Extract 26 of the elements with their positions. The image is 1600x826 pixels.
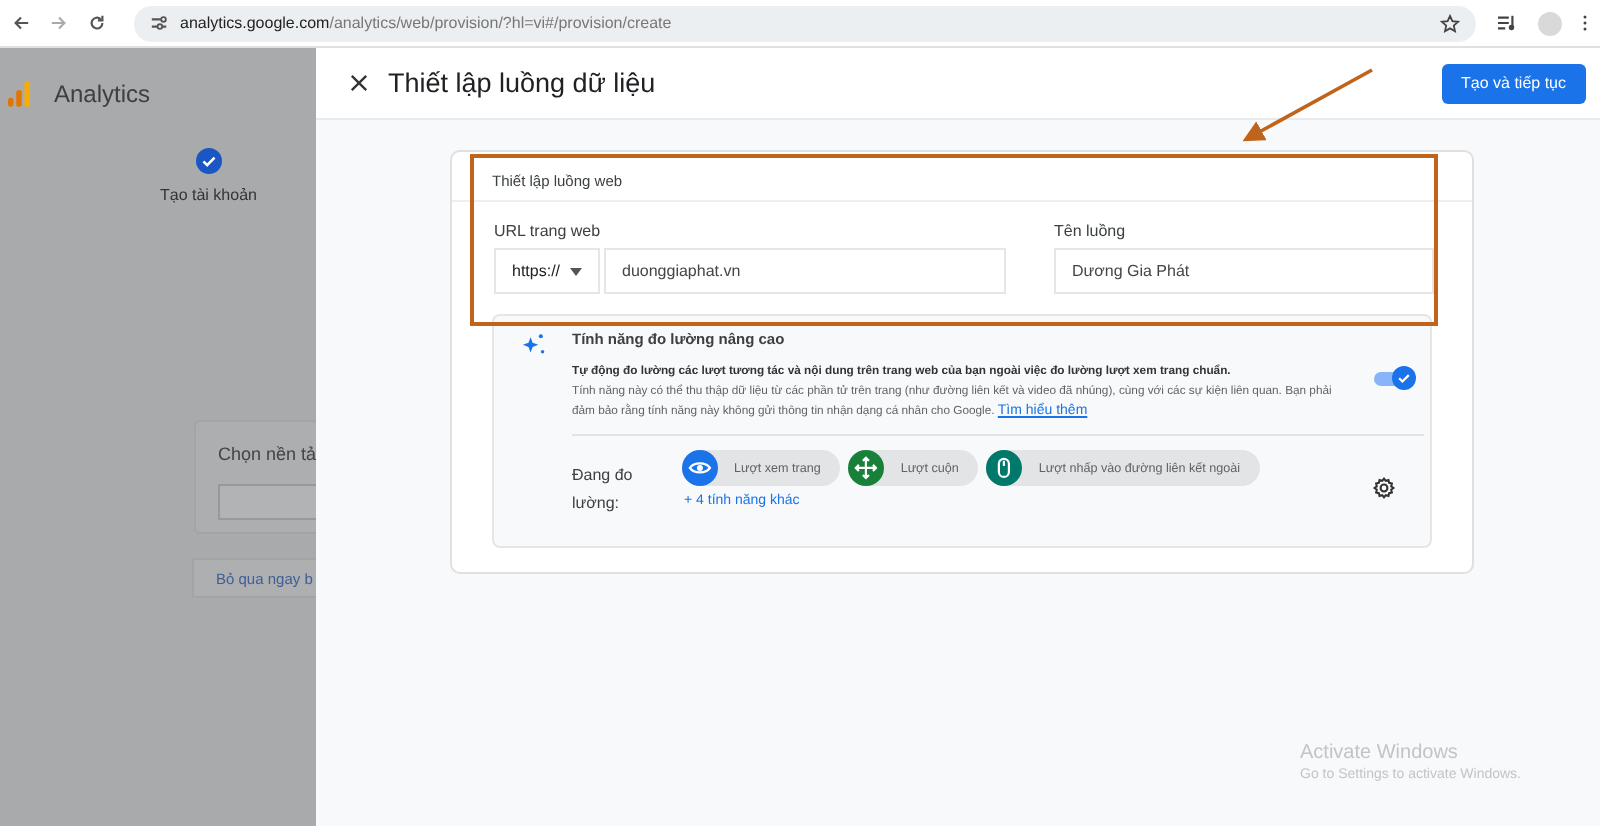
- settings-icon[interactable]: [1372, 476, 1396, 500]
- card-title: Chọn nền tả: [218, 444, 316, 464]
- url-text: analytics.google.com/analytics/web/provision/?hl=vi#/provision/create: [180, 14, 674, 32]
- measuring-label: Đang đo lường:: [572, 464, 635, 516]
- star-icon[interactable]: [1440, 13, 1460, 33]
- reload-icon[interactable]: [88, 14, 106, 32]
- step-label: Tạo tài khoản: [160, 186, 257, 204]
- url-field[interactable]: duonggiaphat.vn: [604, 248, 1006, 294]
- more-icon[interactable]: [1582, 12, 1588, 34]
- protocol-dropdown[interactable]: https://: [494, 248, 600, 294]
- media-icon[interactable]: [1496, 14, 1518, 32]
- app-name: Analytics: [54, 80, 151, 108]
- field-label: Tên luồng: [1054, 222, 1128, 240]
- dialog-title: Thiết lập luồng dữ liệu: [388, 68, 658, 98]
- site-settings-icon[interactable]: [150, 14, 168, 32]
- field-label: URL trang web: [494, 222, 603, 240]
- back-icon[interactable]: [12, 14, 30, 32]
- analytics-logo-icon: [8, 80, 30, 108]
- address-bar[interactable]: analytics.google.com/analytics/web/provision/?hl=vi#/provision/create: [134, 5, 1476, 41]
- toggle-switch[interactable]: [1372, 366, 1416, 390]
- stream-name-field[interactable]: Dương Gia Phát: [1054, 248, 1434, 294]
- create-continue-button[interactable]: Tạo và tiếp tục: [1441, 63, 1586, 103]
- close-icon[interactable]: [350, 74, 368, 92]
- check-icon: [1396, 370, 1412, 386]
- caret-icon: [570, 267, 582, 275]
- sparkle-icon: [522, 332, 546, 356]
